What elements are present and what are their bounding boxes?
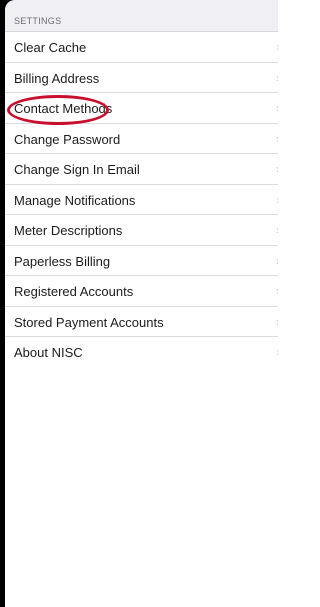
chevron-right-icon: › bbox=[276, 132, 278, 146]
chevron-right-icon: › bbox=[276, 193, 278, 207]
settings-item-change-sign-in-email[interactable]: Change Sign In Email › bbox=[5, 154, 278, 185]
settings-item-paperless-billing[interactable]: Paperless Billing › bbox=[5, 246, 278, 276]
settings-item-label: Meter Descriptions bbox=[14, 223, 123, 238]
chevron-right-icon: › bbox=[276, 162, 278, 176]
settings-item-label: About NISC bbox=[14, 345, 83, 360]
settings-item-meter-descriptions[interactable]: Meter Descriptions › bbox=[5, 215, 278, 246]
settings-item-label: Paperless Billing bbox=[14, 253, 111, 269]
settings-item-about-nisc[interactable]: About NISC › bbox=[5, 337, 278, 368]
chevron-right-icon: › bbox=[276, 315, 278, 329]
settings-item-label: Clear Cache bbox=[14, 40, 87, 55]
device-frame: SETTINGS Clear Cache › Billing Address ›… bbox=[0, 0, 278, 607]
settings-item-billing-address[interactable]: Billing Address › bbox=[5, 63, 278, 93]
settings-section-header: SETTINGS bbox=[5, 0, 278, 32]
settings-item-label: Change Password bbox=[14, 131, 121, 147]
settings-item-contact-methods[interactable]: Contact Methods › bbox=[5, 93, 278, 124]
settings-list: Clear Cache › Billing Address › Contact … bbox=[5, 32, 278, 368]
chevron-right-icon: › bbox=[276, 101, 278, 115]
section-title: SETTINGS bbox=[14, 16, 62, 26]
settings-item-manage-notifications[interactable]: Manage Notifications › bbox=[5, 185, 278, 215]
settings-item-label: Stored Payment Accounts bbox=[14, 314, 164, 330]
settings-item-label: Change Sign In Email bbox=[14, 162, 140, 177]
chevron-right-icon: › bbox=[276, 254, 278, 268]
settings-item-label: Contact Methods bbox=[14, 101, 113, 116]
chevron-right-icon: › bbox=[276, 345, 278, 359]
settings-item-label: Billing Address bbox=[14, 70, 100, 86]
settings-item-registered-accounts[interactable]: Registered Accounts › bbox=[5, 276, 278, 307]
settings-item-label: Manage Notifications bbox=[14, 192, 136, 208]
chevron-right-icon: › bbox=[276, 40, 278, 54]
chevron-right-icon: › bbox=[276, 284, 278, 298]
settings-item-stored-payment-accounts[interactable]: Stored Payment Accounts › bbox=[5, 307, 278, 337]
settings-item-label: Registered Accounts bbox=[14, 284, 134, 299]
settings-item-change-password[interactable]: Change Password › bbox=[5, 124, 278, 154]
chevron-right-icon: › bbox=[276, 223, 278, 237]
settings-item-clear-cache[interactable]: Clear Cache › bbox=[5, 32, 278, 63]
settings-screen: SETTINGS Clear Cache › Billing Address ›… bbox=[5, 0, 278, 607]
chevron-right-icon: › bbox=[276, 71, 278, 85]
